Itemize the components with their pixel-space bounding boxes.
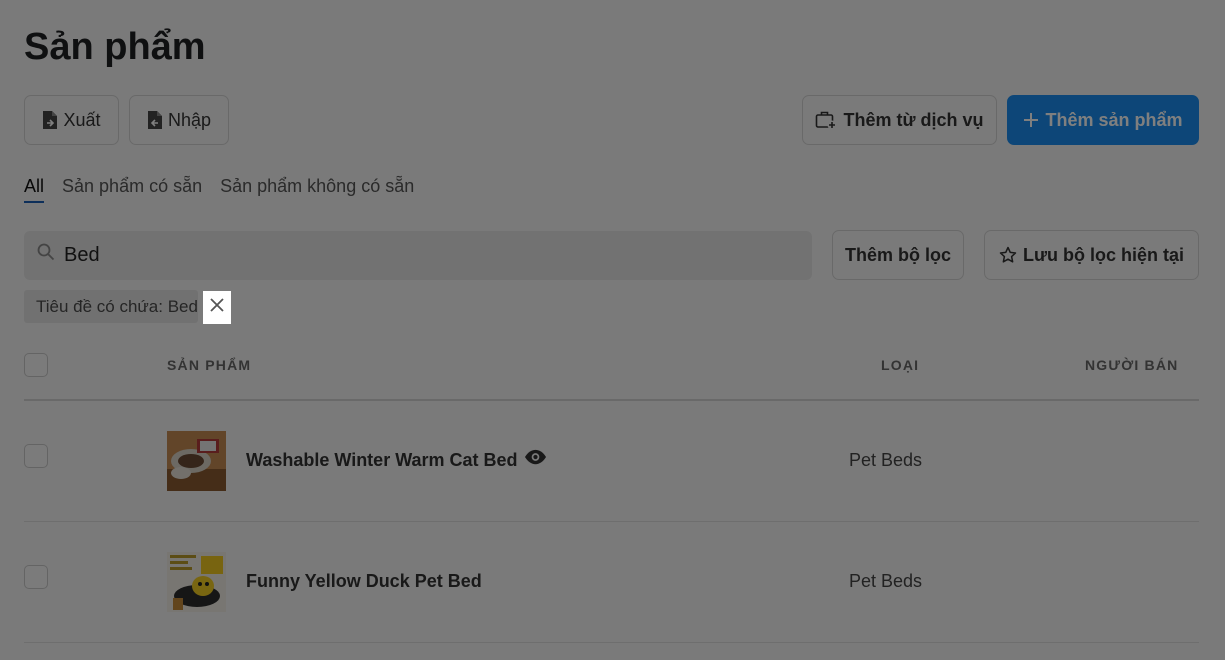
product-type: Pet Beds: [849, 571, 923, 591]
page-title: Sản phẩm: [24, 26, 206, 68]
product-type: Pet Beds: [849, 450, 923, 470]
star-icon: [999, 246, 1017, 264]
add-filter-label: Thêm bộ lọc: [844, 244, 951, 265]
export-button[interactable]: Xuất: [24, 95, 119, 145]
close-icon: [210, 298, 224, 317]
file-import-icon: [147, 111, 162, 129]
remove-filter-button[interactable]: [203, 291, 231, 324]
product-name-link[interactable]: Funny Yellow Duck Pet Bed: [246, 571, 482, 592]
row-checkbox[interactable]: [24, 565, 48, 589]
row-divider: [24, 521, 1199, 522]
file-export-icon: [42, 111, 58, 129]
search-input[interactable]: [62, 243, 766, 268]
search-icon: [37, 243, 55, 266]
plus-icon: [1023, 112, 1039, 128]
tab-all[interactable]: All: [24, 176, 45, 203]
add-filter-button[interactable]: Thêm bộ lọc: [832, 230, 964, 280]
select-all-checkbox[interactable]: [24, 353, 48, 377]
filter-chip: Tiêu đề có chứa: Bed: [24, 290, 198, 323]
filter-chip-text: Tiêu đề có chứa: Bed: [36, 296, 198, 316]
tab-unavailable[interactable]: Sản phẩm không có sẵn: [220, 176, 414, 203]
product-thumbnail[interactable]: [167, 552, 226, 612]
add-from-service-button[interactable]: Thêm từ dịch vụ: [802, 95, 997, 145]
save-filter-button[interactable]: Lưu bộ lọc hiện tại: [984, 230, 1199, 280]
row-checkbox[interactable]: [24, 444, 48, 468]
briefcase-plus-icon: [815, 110, 837, 130]
add-from-service-label: Thêm từ dịch vụ: [843, 109, 984, 130]
export-label: Xuất: [63, 109, 101, 130]
column-header-type: LOẠI: [881, 357, 920, 373]
import-label: Nhập: [167, 109, 212, 130]
import-button[interactable]: Nhập: [129, 95, 229, 145]
search-bar: [24, 231, 812, 280]
add-product-label: Thêm sản phẩm: [1045, 109, 1183, 130]
product-thumbnail[interactable]: [167, 431, 226, 491]
column-header-vendor: NGƯỜI BÁN: [1085, 357, 1179, 373]
column-header-product: SẢN PHẨM: [167, 357, 252, 373]
product-tabs: All Sản phẩm có sẵn Sản phẩm không có sẵ…: [24, 176, 414, 203]
product-name-link[interactable]: Washable Winter Warm Cat Bed: [246, 450, 518, 471]
row-divider: [24, 642, 1199, 643]
save-filter-label: Lưu bộ lọc hiện tại: [1022, 244, 1185, 265]
add-product-button[interactable]: Thêm sản phẩm: [1007, 95, 1199, 145]
eye-icon[interactable]: [524, 449, 547, 470]
tab-available[interactable]: Sản phẩm có sẵn: [62, 176, 202, 203]
header-divider: [24, 399, 1199, 401]
